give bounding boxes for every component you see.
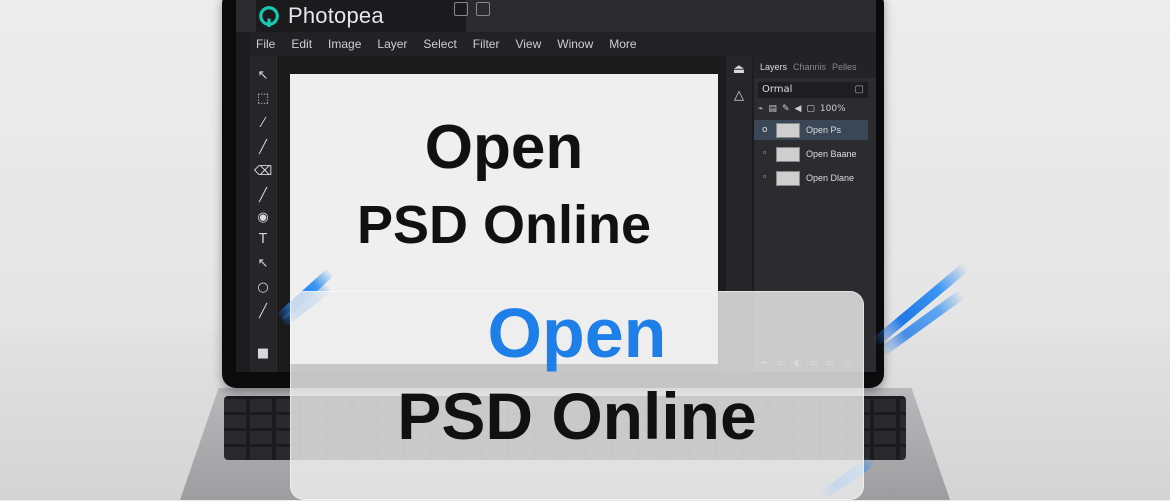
visibility-icon[interactable]: ◦ [762,173,770,183]
layer-thumbnail [776,122,800,138]
eraser-icon[interactable]: ⌫ [254,162,272,180]
lock-all-icon[interactable]: ▢ [806,104,815,114]
blend-mode-value: Ormal [762,84,793,95]
layer-name: Open Ps [806,125,842,135]
chevron-down-icon: ▢ [854,84,864,95]
hand-icon[interactable]: ╱ [254,302,272,320]
move-icon[interactable]: ↖ [254,66,272,84]
layer-thumbnail [776,146,800,162]
menu-edit[interactable]: Edit [291,37,312,51]
canvas-text-open: Open [424,113,584,182]
blur-icon[interactable]: ◉ [254,208,272,226]
menu-bar: File Edit Image Layer Select Filter View… [250,32,876,56]
lock-position-icon[interactable]: ◀ [794,104,801,114]
headline-open: Open [487,294,667,372]
lock-transparent-icon[interactable]: ⌁ [758,104,763,114]
path-select-icon[interactable]: ↖ [254,254,272,272]
headline-card: Open PSD Online [290,291,864,500]
properties-icon[interactable]: △ [730,86,748,104]
photopea-logo-icon [259,6,279,27]
history-icon[interactable]: ⏏ [730,60,748,78]
menu-window[interactable]: Winow [557,37,593,51]
menu-more[interactable]: More [609,37,636,51]
window-button[interactable] [476,2,490,16]
app-title: Photopea [288,3,384,28]
marquee-icon[interactable]: ⬚ [254,89,272,107]
tab-layers[interactable]: Layers [760,62,787,72]
lock-brush-icon[interactable]: ✎ [782,104,790,114]
brush-icon[interactable]: ╱ [254,138,272,156]
layer-name: Open Dlane [806,173,855,183]
headline-psd-online: PSD Online [397,379,757,453]
layer-thumbnail [776,170,800,186]
magic-wand-icon[interactable]: ⁄ [254,114,272,132]
layer-options: ⌁ ▤ ✎ ◀ ▢ 100% [758,102,870,116]
menu-filter[interactable]: Filter [473,37,500,51]
opacity-value[interactable]: 100% [820,104,846,114]
ellipse-icon[interactable]: ○ [254,278,272,296]
window-controls [454,2,490,16]
menu-layer[interactable]: Layer [377,37,407,51]
pencil-icon[interactable]: ╱ [254,186,272,204]
type-icon[interactable]: T [254,230,272,248]
layer-row[interactable]: ◦ Open Dlane [754,168,868,188]
menu-view[interactable]: View [515,37,541,51]
panel-tabs: Layers Channis Pelles [754,56,876,78]
tab-paths[interactable]: Pelles [832,62,857,72]
menu-image[interactable]: Image [328,37,361,51]
menu-file[interactable]: File [256,37,275,51]
tools-panel: ↖ ⬚ ⁄ ╱ ⌫ ╱ ◉ T ↖ ○ ╱ ■ [250,56,279,372]
tab-channels[interactable]: Channis [793,62,826,72]
brand: Photopea [256,0,466,32]
window-button[interactable] [454,2,468,16]
layer-row[interactable]: ◦ Open Baane [754,144,868,164]
visibility-icon[interactable]: ◦ [762,149,770,159]
layer-name: Open Baane [806,149,857,159]
canvas-text-psd-online: PSD Online [356,195,652,255]
title-bar: Photopea [236,0,876,32]
blend-mode-select[interactable]: Ormal ▢ [758,82,868,98]
menu-select[interactable]: Select [423,37,456,51]
lock-image-icon[interactable]: ▤ [768,104,777,114]
layer-row[interactable]: o Open Ps [754,120,868,140]
visibility-icon[interactable]: o [762,125,770,135]
color-swatch-icon[interactable]: ■ [254,344,272,362]
